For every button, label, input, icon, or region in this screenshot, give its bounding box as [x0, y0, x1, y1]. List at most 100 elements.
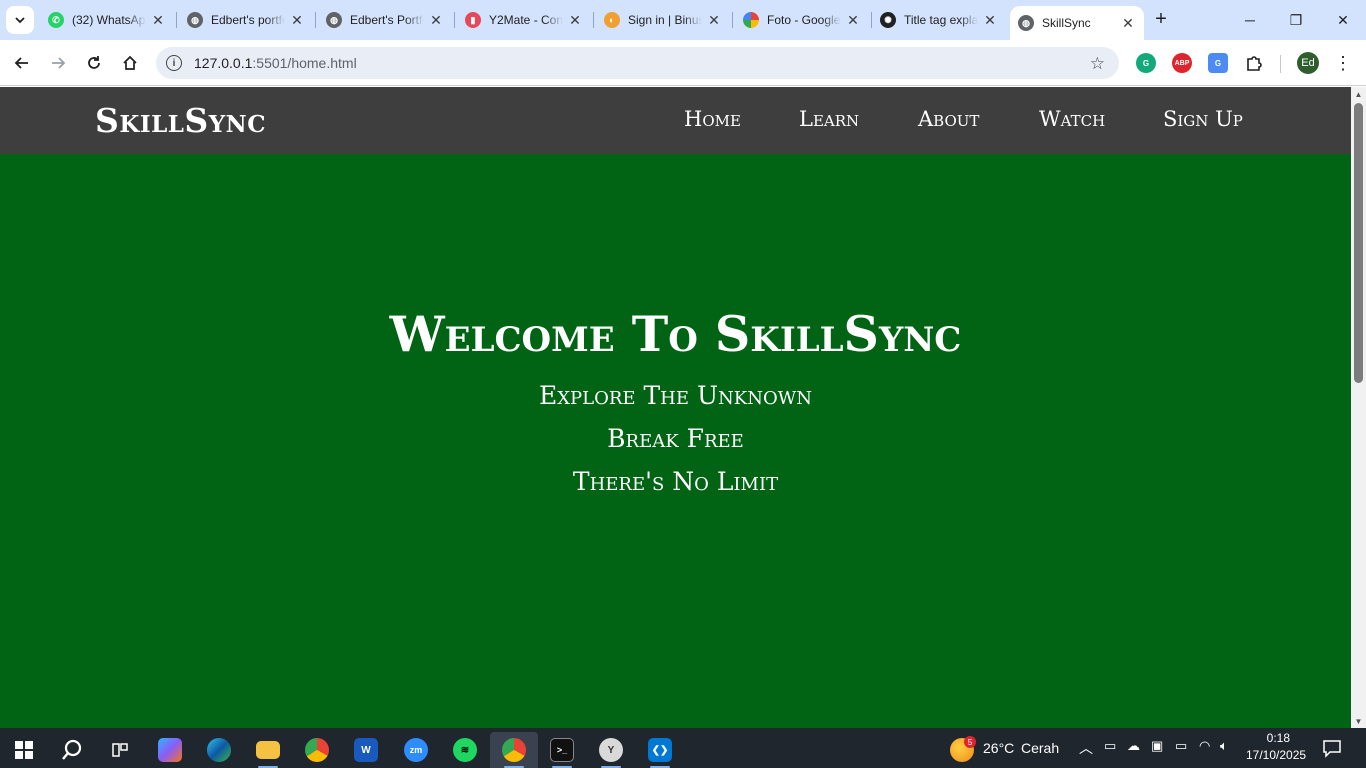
tab-title: Sign in | Binus [628, 13, 702, 27]
tray-overflow-chevron-icon[interactable]: ︿ [1079, 738, 1093, 758]
tab-separator [593, 12, 594, 28]
tab-search-button[interactable] [6, 6, 34, 34]
tab-separator [732, 12, 733, 28]
restore-button[interactable]: ❐ [1273, 0, 1319, 40]
system-clock[interactable]: 0:18 17/10/2025 [1246, 731, 1314, 762]
clock-time: 0:18 [1266, 731, 1290, 745]
toolbar-separator [1280, 55, 1281, 73]
scroll-thumb[interactable] [1354, 103, 1363, 383]
adblock-icon[interactable]: ABP [1172, 53, 1192, 73]
close-icon[interactable]: ✕ [289, 12, 305, 28]
extensions-puzzle-button[interactable] [1244, 53, 1264, 73]
profile-avatar[interactable]: Ed [1297, 52, 1319, 74]
notification-icon [1323, 740, 1341, 758]
scroll-down-arrow-icon[interactable]: ▼ [1351, 714, 1366, 728]
home-button[interactable] [116, 49, 144, 77]
home-icon [123, 55, 137, 70]
close-icon[interactable]: ✕ [428, 12, 444, 28]
tab-whatsapp[interactable]: ✆ (32) WhatsApp ✕ [40, 6, 174, 34]
search-button[interactable] [52, 732, 92, 768]
tab-skillsync[interactable]: ◍ SkillSync ✕ [1010, 6, 1144, 40]
tab-title: Title tag explained [904, 13, 978, 27]
zoom-button[interactable]: zm [396, 732, 436, 768]
tab-title: (32) WhatsApp [72, 13, 146, 27]
battery-icon[interactable]: ▭ [1175, 738, 1187, 754]
tab-edbert-portfolio-2[interactable]: ◍ Edbert's Portfolio ✕ [318, 6, 452, 34]
display-icon[interactable]: ▣ [1151, 738, 1163, 754]
address-bar[interactable]: i 127.0.0.1:5501/home.html ☆ [156, 47, 1119, 79]
vscode-icon: ❮❯ [648, 738, 672, 762]
search-icon [62, 739, 82, 760]
close-icon[interactable]: ✕ [982, 12, 998, 28]
spotify-icon: ≋ [453, 738, 477, 762]
nav-link-learn[interactable]: Learn [799, 107, 859, 131]
close-icon[interactable]: ✕ [567, 12, 583, 28]
nav-link-about[interactable]: About [918, 107, 979, 131]
close-icon[interactable]: ✕ [150, 12, 166, 28]
word-icon: W [354, 738, 378, 762]
back-arrow-icon [14, 57, 28, 69]
site-info-icon[interactable]: i [166, 55, 182, 71]
forward-button[interactable] [44, 49, 72, 77]
copilot-button[interactable] [150, 732, 190, 768]
weather-temp[interactable]: 26°C [983, 740, 1014, 756]
site-logo[interactable]: SkillSync [95, 101, 266, 140]
spotify-button[interactable]: ≋ [445, 732, 485, 768]
weather-widget-button[interactable] [943, 732, 981, 768]
page-scrollbar[interactable]: ▲ ▼ [1351, 87, 1366, 728]
close-icon[interactable]: ✕ [706, 12, 722, 28]
tab-binus[interactable]: ◐ Sign in | Binus ✕ [596, 6, 730, 34]
tab-google-photos[interactable]: Foto - Google ✕ [735, 6, 869, 34]
menu-kebab-icon[interactable]: ⋮ [1334, 51, 1352, 75]
chatgpt-icon: ✺ [880, 12, 896, 28]
task-view-button[interactable] [100, 732, 140, 768]
close-icon[interactable]: ✕ [1120, 15, 1136, 31]
notification-button[interactable] [1322, 738, 1342, 758]
tab-edbert-portfolio-1[interactable]: ◍ Edbert's portfolio ✕ [179, 6, 313, 34]
edge-button[interactable] [199, 732, 239, 768]
window-close-button[interactable]: ✕ [1320, 0, 1366, 40]
minimize-button[interactable]: ─ [1227, 0, 1273, 40]
weather-desc[interactable]: Cerah [1021, 740, 1059, 756]
vscode-button[interactable]: ❮❯ [640, 732, 680, 768]
globe-icon: ◍ [187, 12, 203, 28]
app-icon: Y [599, 738, 623, 762]
reload-button[interactable] [80, 49, 108, 77]
restore-icon: ❐ [1289, 11, 1303, 28]
browser-toolbar: i 127.0.0.1:5501/home.html ☆ G ABP G Ed … [0, 40, 1366, 86]
tab-title-tag[interactable]: ✺ Title tag explained ✕ [872, 6, 1006, 34]
tab-title: Edbert's portfolio [211, 13, 285, 27]
google-photos-icon [743, 12, 759, 28]
back-button[interactable] [8, 49, 36, 77]
meet-now-icon[interactable]: ▭ [1104, 738, 1116, 754]
close-icon[interactable]: ✕ [845, 12, 861, 28]
scroll-up-arrow-icon[interactable]: ▲ [1351, 87, 1366, 101]
hero-line-1: Explore The Unknown [538, 381, 812, 410]
clock-date: 17/10/2025 [1246, 748, 1307, 762]
app-button[interactable]: Y [591, 732, 631, 768]
tab-separator [176, 12, 177, 28]
nav-link-watch[interactable]: Watch [1039, 107, 1105, 131]
wifi-icon[interactable]: ◠ [1199, 738, 1210, 754]
volume-icon[interactable]: 🔈︎ [1220, 738, 1228, 754]
chrome-button[interactable] [297, 732, 337, 768]
onedrive-icon[interactable]: ☁ [1127, 738, 1140, 754]
new-tab-button[interactable]: + [1150, 8, 1172, 30]
nav-link-home[interactable]: Home [684, 107, 741, 131]
file-explorer-button[interactable] [248, 732, 288, 768]
windows-taskbar: W zm ≋ >_ Y ❮❯ 5 26°C Cerah ︿ ▭ ☁ ▣ ▭ ◠ … [0, 728, 1366, 768]
start-button[interactable] [4, 732, 44, 768]
copilot-icon [158, 738, 182, 762]
translate-icon[interactable]: G [1208, 53, 1228, 73]
bookmark-star-icon[interactable]: ☆ [1090, 54, 1105, 74]
weather-badge: 5 [964, 736, 976, 748]
tab-y2mate[interactable]: ▮ Y2Mate - Converter ✕ [457, 6, 591, 34]
word-button[interactable]: W [346, 732, 386, 768]
chrome-profile-button[interactable] [490, 732, 538, 768]
reload-icon [88, 56, 100, 69]
grammarly-icon[interactable]: G [1136, 53, 1156, 73]
hero-line-2: Break Free [607, 424, 744, 453]
plus-icon: + [1155, 7, 1167, 30]
nav-link-sign-up[interactable]: Sign Up [1163, 107, 1243, 131]
terminal-button[interactable]: >_ [542, 732, 582, 768]
